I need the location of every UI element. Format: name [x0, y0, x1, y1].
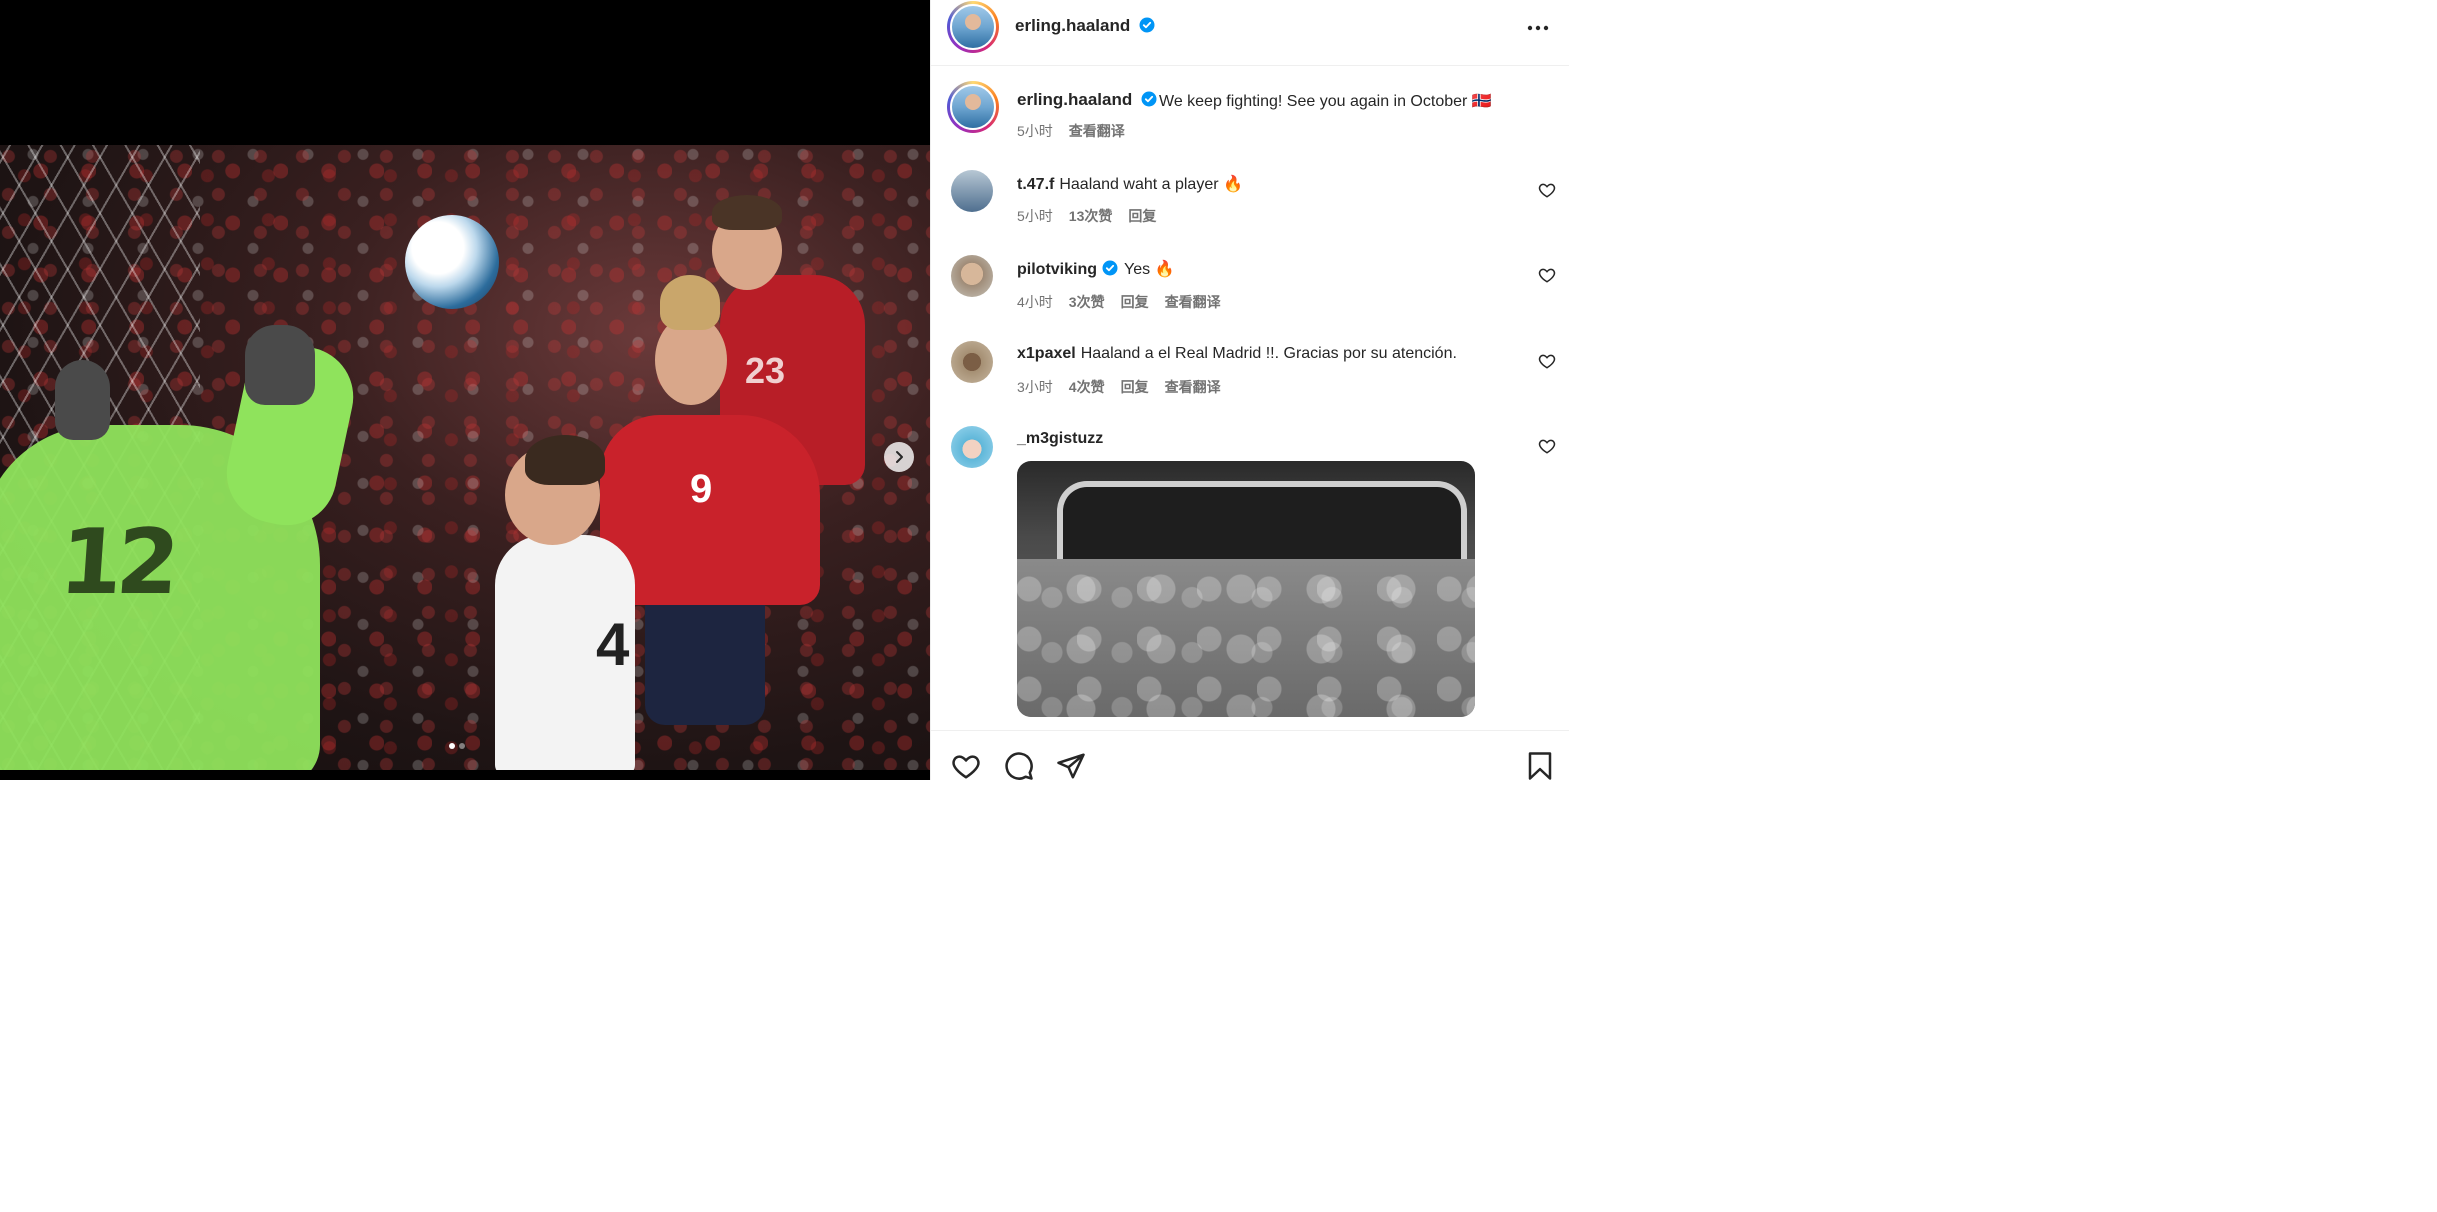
carousel-dot — [459, 743, 465, 749]
comment-image[interactable] — [1017, 461, 1475, 717]
carousel-indicator — [449, 743, 465, 749]
more-icon — [1527, 25, 1549, 31]
comment-avatar[interactable] — [951, 341, 993, 383]
comment-likes[interactable]: 13次赞 — [1069, 206, 1113, 226]
caption-timestamp[interactable]: 5小时 — [1017, 121, 1053, 141]
reply-button[interactable]: 回复 — [1128, 206, 1156, 226]
comment-username[interactable]: t.47.f — [1017, 176, 1054, 193]
comment-text: pilotviking Yes 🔥 — [1017, 260, 1175, 278]
verified-icon — [1141, 91, 1157, 107]
caption-meta: 5小时 查看翻译 — [1017, 121, 1125, 141]
verified-icon — [1139, 17, 1155, 33]
comment-likes[interactable]: 3次赞 — [1069, 292, 1105, 312]
comment-text: _m3gistuzz — [1017, 430, 1108, 448]
comment-likes[interactable]: 4次赞 — [1069, 377, 1105, 397]
carousel-dot — [449, 743, 455, 749]
reply-button[interactable]: 回复 — [1121, 377, 1149, 397]
post-sidebar: erling.haaland erling.haaland We keep fi… — [930, 0, 1569, 780]
post-header: erling.haaland — [931, 0, 1569, 66]
see-translation-link[interactable]: 查看翻译 — [1165, 377, 1221, 397]
see-translation-link[interactable]: 查看翻译 — [1165, 292, 1221, 312]
comment-avatar[interactable] — [951, 255, 993, 297]
comment-avatar[interactable] — [951, 170, 993, 212]
reply-button[interactable]: 回复 — [1121, 292, 1149, 312]
more-options-button[interactable] — [1526, 16, 1550, 40]
carousel-next-button[interactable] — [884, 442, 914, 472]
save-icon[interactable] — [1525, 751, 1555, 781]
comment-username[interactable]: _m3gistuzz — [1017, 430, 1103, 447]
heart-icon[interactable] — [1538, 181, 1556, 199]
comment-avatar[interactable] — [951, 426, 993, 468]
comment-text: x1paxel Haaland a el Real Madrid !!. Grac… — [1017, 345, 1457, 362]
comment-meta: 3小时 4次赞 回复 查看翻译 — [1017, 377, 1221, 397]
flag-emoji: 🇳🇴 — [1471, 93, 1492, 110]
see-translation-link[interactable]: 查看翻译 — [1069, 121, 1125, 141]
comment-meta: 4小时 3次赞 回复 查看翻译 — [1017, 292, 1221, 312]
post-media[interactable]: 12 23 9 4 — [0, 0, 930, 780]
chevron-right-icon — [896, 451, 903, 463]
caption-username[interactable]: erling.haaland — [1017, 90, 1157, 110]
share-icon[interactable] — [1056, 751, 1086, 781]
heart-icon[interactable] — [1538, 437, 1556, 455]
comment-username[interactable]: x1paxel — [1017, 345, 1076, 362]
heart-icon[interactable] — [1538, 266, 1556, 284]
comment-timestamp[interactable]: 3小时 — [1017, 377, 1053, 397]
comment-meta: 5小时 13次赞 回复 — [1017, 206, 1156, 226]
comment-icon[interactable] — [1004, 751, 1034, 781]
caption-text: We keep fighting! See you again in Octob… — [1159, 93, 1492, 110]
author-username[interactable]: erling.haaland — [1015, 16, 1155, 36]
comment-timestamp[interactable]: 4小时 — [1017, 292, 1053, 312]
comment-timestamp[interactable]: 5小时 — [1017, 206, 1053, 226]
author-avatar[interactable] — [947, 1, 999, 53]
verified-icon — [1102, 260, 1118, 276]
comment-username[interactable]: pilotviking — [1017, 261, 1097, 278]
comment-text: t.47.f Haaland waht a player 🔥 — [1017, 176, 1243, 193]
heart-icon[interactable] — [951, 751, 981, 781]
caption-avatar[interactable] — [947, 81, 999, 133]
post-photo: 12 23 9 4 — [0, 145, 930, 770]
heart-icon[interactable] — [1538, 352, 1556, 370]
football — [405, 215, 499, 309]
post-actions-bar — [931, 730, 1569, 780]
